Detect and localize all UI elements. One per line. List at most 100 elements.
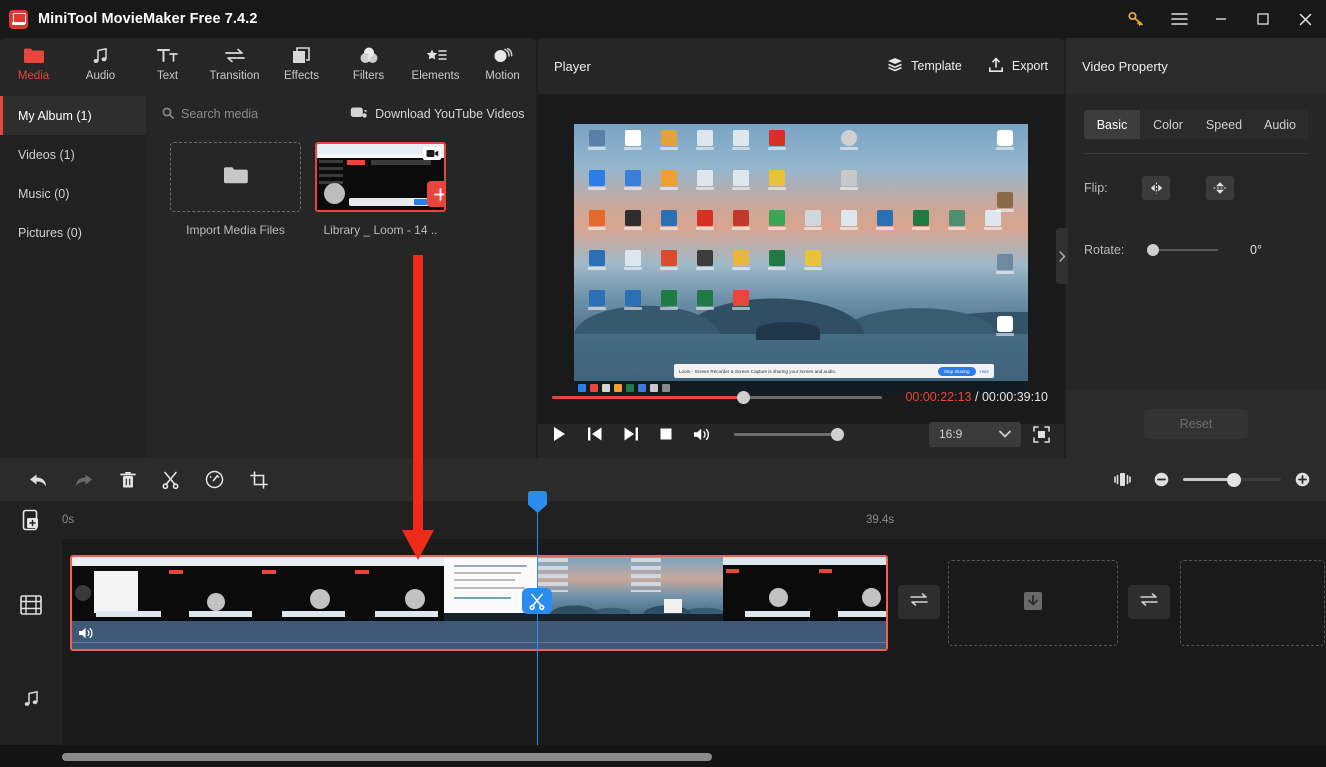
seek-handle[interactable] [737,390,751,404]
zoom-slider[interactable] [1183,472,1281,487]
transition-slot-right[interactable] [1128,585,1170,619]
flip-horizontal-icon[interactable] [1142,176,1170,200]
undo-button[interactable] [28,472,48,488]
player-panel: Player Template Export Loom - Screen Rec… [538,38,1064,458]
template-button[interactable]: Template [887,57,962,75]
reset-button[interactable]: Reset [1144,409,1248,439]
add-track-icon[interactable] [0,509,62,531]
next-frame-button[interactable] [623,426,639,442]
speed-button[interactable] [205,470,224,489]
tab-audio[interactable]: Audio [67,44,134,82]
transition-slot-left[interactable] [898,585,940,619]
tab-motion[interactable]: Motion [469,44,536,82]
stop-button[interactable] [659,427,673,441]
motion-ball-icon [492,44,514,66]
flip-vertical-icon[interactable] [1206,176,1234,200]
video-track-header[interactable] [0,595,62,620]
annotation-arrow [402,255,434,560]
maximize-icon[interactable] [1242,0,1284,38]
minimize-icon[interactable] [1200,0,1242,38]
volume-handle[interactable] [831,427,844,441]
track-headers [0,539,62,745]
search-input[interactable]: Search media [162,107,258,122]
play-button[interactable] [552,426,567,442]
album-label: Pictures (0) [18,225,82,240]
album-item-videos[interactable]: Videos (1) [0,135,146,174]
timeline-zoom-controls [1113,472,1310,487]
export-button[interactable]: Export [988,57,1048,76]
clip-audio-strip [72,621,886,649]
hamburger-menu-icon[interactable] [1158,0,1200,38]
tab-speed[interactable]: Speed [1196,110,1252,139]
key-icon[interactable] [1114,0,1158,38]
volume-button[interactable] [693,427,710,442]
redo-button[interactable] [74,472,94,488]
timeline-scrollbar[interactable] [62,753,712,761]
video-clip[interactable] [70,555,888,651]
fit-timeline-icon[interactable] [1113,472,1132,487]
playhead-split-button[interactable] [522,588,552,614]
text-icon [156,44,179,66]
media-content-area: Search media Download YouTube Videos Imp… [146,96,536,458]
ruler-end-label: 39.4s [866,514,895,526]
add-to-timeline-button[interactable] [427,181,444,207]
volume-slider[interactable] [734,427,844,441]
download-youtube-button[interactable]: Download YouTube Videos [350,106,525,122]
rotate-row: Rotate: 0° [1066,236,1326,264]
rotate-slider[interactable] [1147,244,1218,256]
media-item[interactable]: Library _ Loom - 14 .. [315,142,446,237]
tab-media[interactable]: Media [0,44,67,82]
album-item-my-album[interactable]: My Album (1) [0,96,146,135]
media-drop-zone-1[interactable] [948,560,1118,646]
folder-icon [23,44,45,66]
timeline-ruler: 0s 39.4s [0,501,1326,539]
tab-label: Transition [209,70,260,82]
playhead[interactable] [522,491,552,745]
template-label: Template [911,59,962,73]
tab-color[interactable]: Color [1140,110,1196,139]
player-header-actions: Template Export [887,57,1048,76]
tab-effects[interactable]: Effects [268,44,335,82]
speaker-icon[interactable] [78,626,94,645]
import-dropzone[interactable] [170,142,301,212]
import-label: Import Media Files [186,223,285,237]
current-time: 00:00:22:13 [905,390,972,404]
effects-layers-icon [292,44,312,66]
tab-transition[interactable]: Transition [201,44,268,82]
seek-bar[interactable] [552,390,882,404]
fullscreen-icon[interactable] [1033,425,1050,443]
search-icon [162,107,174,122]
chevron-down-icon [999,427,1011,441]
crop-button[interactable] [250,470,268,489]
ruler-start-label: 0s [62,514,75,526]
zoom-in-icon[interactable] [1295,472,1310,487]
preview-screen[interactable]: Loom - Screen Recorder & Screen Capture … [574,124,1028,394]
close-icon[interactable] [1284,0,1326,38]
media-panel: Media Audio Text Transition Effects Filt… [0,38,536,458]
zoom-handle[interactable] [1226,472,1241,487]
desktop-icon-grid [580,130,794,328]
rotate-handle[interactable] [1147,244,1159,256]
tab-text[interactable]: Text [134,44,201,82]
tab-basic[interactable]: Basic [1084,110,1140,139]
delete-button[interactable] [120,471,136,489]
media-toolbar: Search media Download YouTube Videos [146,96,536,132]
tab-elements[interactable]: Elements [402,44,469,82]
import-media-cell[interactable]: Import Media Files [170,142,301,237]
collapse-panel-button[interactable] [1056,228,1068,284]
previous-frame-button[interactable] [587,426,603,442]
album-item-music[interactable]: Music (0) [0,174,146,213]
video-camera-icon [423,147,441,160]
media-thumbnail[interactable] [315,142,446,212]
tab-filters[interactable]: Filters [335,44,402,82]
zoom-out-icon[interactable] [1154,472,1169,487]
hide-link[interactable]: Hide [980,369,989,374]
split-button[interactable] [162,471,179,489]
stop-sharing-button[interactable]: Stop sharing [937,366,976,376]
time-display: 00:00:22:13 / 00:00:39:10 [905,390,1048,404]
media-drop-zone-2[interactable] [1180,560,1325,646]
tab-audio[interactable]: Audio [1252,110,1308,139]
audio-track-header[interactable] [0,689,62,713]
aspect-ratio-select[interactable]: 16:9 [929,421,1021,447]
album-item-pictures[interactable]: Pictures (0) [0,213,146,252]
